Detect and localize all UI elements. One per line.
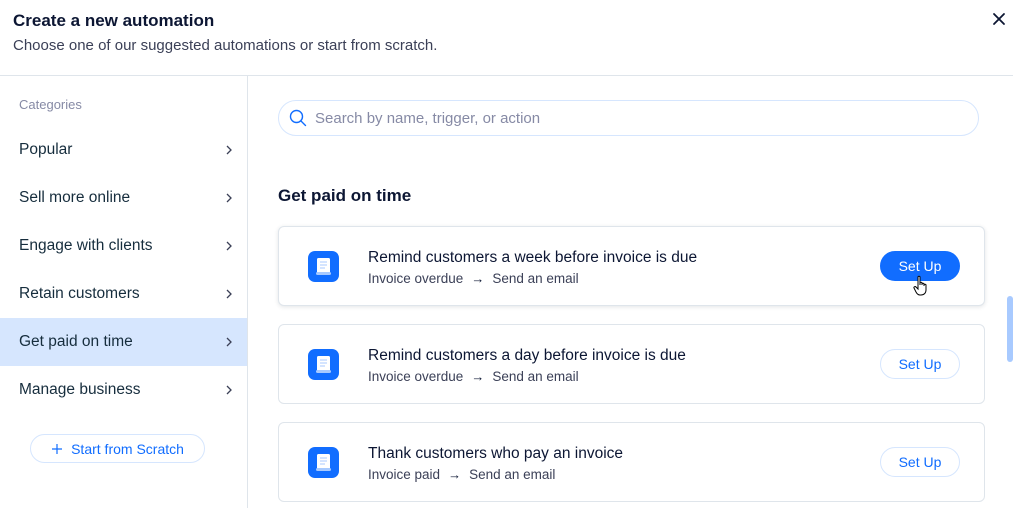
sidebar-item-label: Engage with clients (19, 237, 153, 254)
automation-title: Remind customers a day before invoice is… (368, 347, 686, 364)
dialog-title: Create a new automation (13, 11, 215, 30)
automation-flow: Invoice paid → Send an email (368, 467, 555, 482)
trigger-label: Invoice paid (368, 467, 441, 482)
chevron-right-icon (226, 337, 232, 347)
chevron-right-icon (226, 385, 232, 395)
close-icon (993, 13, 1005, 25)
arrow-right-icon: → (471, 271, 485, 286)
chevron-right-icon (226, 289, 232, 299)
automation-title: Thank customers who pay an invoice (368, 445, 624, 462)
automations-panel: Get paid on time Remind customers a week… (248, 76, 1013, 508)
set-up-button[interactable]: Set Up (880, 251, 960, 281)
set-up-button[interactable]: Set Up (880, 447, 960, 477)
categories-label: Categories (19, 97, 82, 112)
search-input[interactable] (315, 109, 955, 127)
chevron-right-icon (226, 145, 232, 155)
sidebar-item-engage-with-clients[interactable]: Engage with clients (0, 222, 247, 270)
invoice-icon (308, 251, 339, 282)
automation-flow: Invoice overdue → Send an email (368, 271, 579, 286)
sidebar-item-popular[interactable]: Popular (0, 126, 247, 174)
sidebar-item-label: Sell more online (19, 189, 131, 206)
arrow-right-icon: → (471, 369, 485, 384)
dialog-header: Create a new automation Choose one of ou… (0, 0, 1013, 76)
start-from-scratch-label: Start from Scratch (71, 440, 184, 457)
section-title: Get paid on time (278, 186, 412, 205)
sidebar-item-manage-business[interactable]: Manage business (0, 366, 247, 414)
sidebar-item-label: Get paid on time (19, 333, 133, 350)
categories-sidebar: Categories Popular Sell more online Enga… (0, 76, 248, 508)
invoice-icon (308, 349, 339, 380)
close-button[interactable] (989, 9, 1009, 29)
search-icon (289, 109, 307, 127)
automation-title: Remind customers a week before invoice i… (368, 249, 698, 266)
invoice-icon (308, 447, 339, 478)
dialog-subtitle: Choose one of our suggested automations … (13, 37, 438, 54)
chevron-right-icon (226, 193, 232, 203)
automation-flow: Invoice overdue → Send an email (368, 369, 579, 384)
action-label: Send an email (492, 369, 579, 384)
set-up-button[interactable]: Set Up (880, 349, 960, 379)
plus-icon (52, 443, 63, 454)
automation-card[interactable]: Remind customers a week before invoice i… (278, 226, 985, 306)
trigger-label: Invoice overdue (368, 271, 464, 286)
sidebar-item-retain-customers[interactable]: Retain customers (0, 270, 247, 318)
start-from-scratch-button[interactable]: Start from Scratch (30, 434, 205, 463)
chevron-right-icon (226, 241, 232, 251)
action-label: Send an email (492, 271, 579, 286)
action-label: Send an email (469, 467, 556, 482)
sidebar-item-sell-more-online[interactable]: Sell more online (0, 174, 247, 222)
automation-card[interactable]: Thank customers who pay an invoice Invoi… (278, 422, 985, 502)
automation-card[interactable]: Remind customers a day before invoice is… (278, 324, 985, 404)
arrow-right-icon: → (448, 467, 462, 482)
search-box[interactable] (278, 100, 979, 136)
trigger-label: Invoice overdue (368, 369, 464, 384)
scrollbar-thumb[interactable] (1007, 296, 1013, 362)
sidebar-item-label: Retain customers (19, 285, 140, 302)
sidebar-item-label: Popular (19, 141, 73, 158)
sidebar-item-get-paid-on-time[interactable]: Get paid on time (0, 318, 247, 366)
sidebar-item-label: Manage business (19, 381, 141, 398)
